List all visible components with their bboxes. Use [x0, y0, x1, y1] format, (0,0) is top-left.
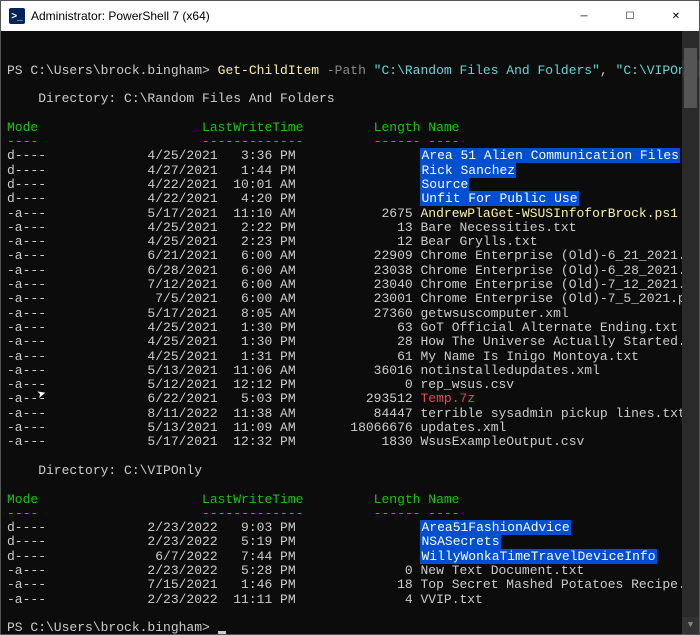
file-name: Unfit For Public Use [420, 191, 578, 206]
column-divider: ---- ------------- ------ ---- [7, 507, 675, 521]
column-headers: Mode LastWriteTime Length Name [7, 493, 675, 507]
column-headers: Mode LastWriteTime Length Name [7, 121, 675, 135]
file-row: d---- 2/23/2022 5:19 PM NSASecrets [7, 535, 675, 549]
file-name: Temp.7z [420, 391, 475, 406]
file-name: New Text Document.txt [420, 563, 584, 578]
file-row: -a--- 7/12/2021 6:00 AM 23040 Chrome Ent… [7, 278, 675, 292]
scroll-down-button[interactable]: ▼ [682, 617, 699, 634]
file-row: d---- 4/22/2021 4:20 PM Unfit For Public… [7, 192, 675, 206]
file-name: WsusExampleOutput.csv [420, 434, 584, 449]
file-name: Top Secret Mashed Potatoes Recipe.txt [420, 577, 699, 592]
file-name: Source [420, 177, 469, 192]
file-row: d---- 4/25/2021 3:36 PM Area 51 Alien Co… [7, 149, 675, 163]
file-row: -a--- 6/22/2021 5:03 PM 293512 Temp.7z [7, 392, 675, 406]
file-name: WillyWonkaTimeTravelDeviceInfo [420, 549, 656, 564]
cursor [218, 631, 226, 634]
file-row: -a--- 2/23/2022 11:11 PM 4 VVIP.txt [7, 593, 675, 607]
file-name: terrible sysadmin pickup lines.txt [420, 406, 685, 421]
file-row: d---- 2/23/2022 9:03 PM Area51FashionAdv… [7, 521, 675, 535]
file-name: getwsuscomputer.xml [420, 306, 568, 321]
file-name: GoT Official Alternate Ending.txt [420, 320, 677, 335]
file-name: notinstalledupdates.xml [420, 363, 599, 378]
file-row: -a--- 6/28/2021 6:00 AM 23038 Chrome Ent… [7, 264, 675, 278]
scrollbar[interactable]: ▲ ▼ [682, 31, 699, 634]
file-name: AndrewPlaGet-WSUSInfoforBrock.ps1 [420, 206, 677, 221]
file-row: d---- 4/22/2021 10:01 AM Source [7, 178, 675, 192]
window-title: Administrator: PowerShell 7 (x64) [31, 9, 561, 23]
file-row: -a--- 5/17/2021 11:10 AM 2675 AndrewPlaG… [7, 207, 675, 221]
file-name: Bear Grylls.txt [420, 234, 537, 249]
close-button[interactable]: ✕ [653, 1, 699, 31]
file-row: -a--- 6/21/2021 6:00 AM 22909 Chrome Ent… [7, 249, 675, 263]
file-name: My Name Is Inigo Montoya.txt [420, 349, 638, 364]
column-divider: ---- ------------- ------ ---- [7, 135, 675, 149]
window-controls: ─ ☐ ✕ [561, 1, 699, 31]
file-row: -a--- 5/13/2021 11:06 AM 36016 notinstal… [7, 364, 675, 378]
file-row: -a--- 4/25/2021 2:23 PM 12 Bear Grylls.t… [7, 235, 675, 249]
prompt-line: PS C:\Users\brock.bingham> Get-ChildItem… [7, 64, 675, 78]
file-name: NSASecrets [420, 534, 500, 549]
file-row: -a--- 5/17/2021 12:32 PM 1830 WsusExampl… [7, 435, 675, 449]
file-row: -a--- 4/25/2021 1:31 PM 61 My Name Is In… [7, 350, 675, 364]
file-name: Chrome Enterprise (Old)-6_21_2021.pdf [420, 248, 699, 263]
file-row: -a--- 7/15/2021 1:46 PM 18 Top Secret Ma… [7, 578, 675, 592]
file-name: Area 51 Alien Communication Files [420, 148, 679, 163]
minimize-button[interactable]: ─ [561, 1, 607, 31]
file-row: -a--- 7/5/2021 6:00 AM 23001 Chrome Ente… [7, 292, 675, 306]
file-row: -a--- 5/12/2021 12:12 PM 0 rep_wsus.csv [7, 378, 675, 392]
file-row: -a--- 5/13/2021 11:09 AM 18066676 update… [7, 421, 675, 435]
file-name: Chrome Enterprise (Old)-6_28_2021.pdf [420, 263, 699, 278]
file-row: -a--- 2/23/2022 5:28 PM 0 New Text Docum… [7, 564, 675, 578]
file-row: -a--- 5/17/2021 8:05 AM 27360 getwsuscom… [7, 307, 675, 321]
file-row: d---- 4/27/2021 1:44 PM Rick Sanchez [7, 164, 675, 178]
powershell-window: >_ Administrator: PowerShell 7 (x64) ─ ☐… [0, 0, 700, 635]
file-row: -a--- 4/25/2021 2:22 PM 13 Bare Necessit… [7, 221, 675, 235]
file-name: Chrome Enterprise (Old)-7_12_2021.pdf [420, 277, 699, 292]
file-name: updates.xml [420, 420, 506, 435]
maximize-button[interactable]: ☐ [607, 1, 653, 31]
file-name: Area51FashionAdvice [420, 520, 570, 535]
file-name: Rick Sanchez [420, 163, 516, 178]
file-row: d---- 6/7/2022 7:44 PM WillyWonkaTimeTra… [7, 550, 675, 564]
directory-header: Directory: C:\Random Files And Folders [7, 92, 675, 106]
terminal-area[interactable]: PS C:\Users\brock.bingham> Get-ChildItem… [1, 31, 699, 634]
file-row: -a--- 8/11/2022 11:38 AM 84447 terrible … [7, 407, 675, 421]
titlebar[interactable]: >_ Administrator: PowerShell 7 (x64) ─ ☐… [1, 1, 699, 31]
powershell-icon: >_ [9, 8, 25, 24]
directory-header: Directory: C:\VIPOnly [7, 464, 675, 478]
file-name: VVIP.txt [420, 592, 482, 607]
prompt-line[interactable]: PS C:\Users\brock.bingham> [7, 621, 675, 634]
file-name: How The Universe Actually Started.txt [420, 334, 699, 349]
file-row: -a--- 4/25/2021 1:30 PM 63 GoT Official … [7, 321, 675, 335]
file-name: rep_wsus.csv [420, 377, 514, 392]
scroll-thumb[interactable] [684, 48, 697, 108]
file-row: -a--- 4/25/2021 1:30 PM 28 How The Unive… [7, 335, 675, 349]
file-name: Bare Necessities.txt [420, 220, 576, 235]
file-name: Chrome Enterprise (Old)-7_5_2021.pdf [420, 291, 699, 306]
